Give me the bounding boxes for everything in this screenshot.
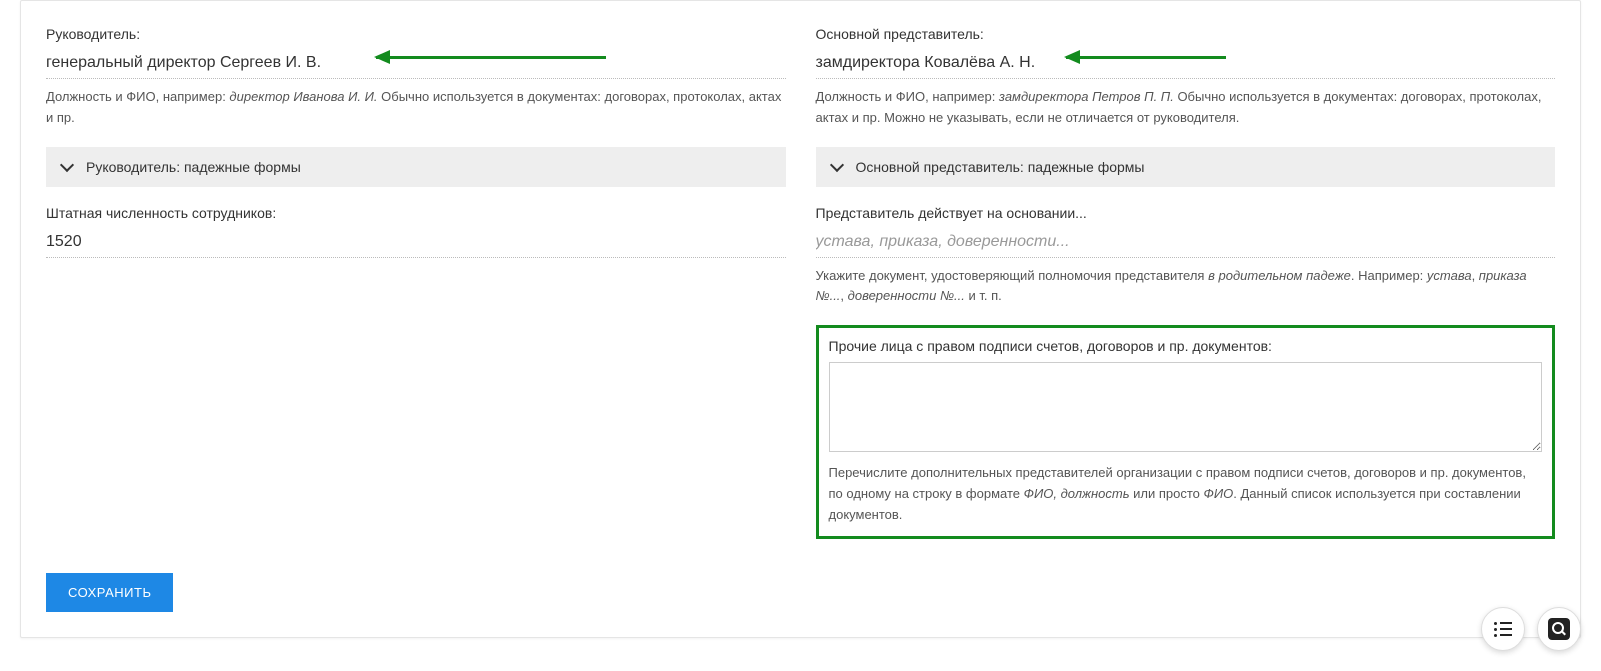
list-fab-button[interactable]	[1481, 607, 1525, 651]
manager-input[interactable]	[46, 50, 786, 79]
form-card: Руководитель: Должность и ФИО, например:…	[20, 0, 1581, 638]
right-column: Основной представитель: Должность и ФИО,…	[816, 26, 1556, 539]
fab-container	[1481, 607, 1581, 651]
rep-input[interactable]	[816, 50, 1556, 79]
basis-input[interactable]	[816, 229, 1556, 258]
rep-cases-collapsible[interactable]: Основной представитель: падежные формы	[816, 147, 1556, 187]
manager-field-group: Руководитель: Должность и ФИО, например:…	[46, 26, 786, 129]
search-icon	[1548, 618, 1570, 640]
left-column: Руководитель: Должность и ФИО, например:…	[46, 26, 786, 539]
chevron-down-icon	[829, 158, 843, 172]
basis-hint: Укажите документ, удостоверяющий полномо…	[816, 266, 1556, 308]
others-textarea[interactable]	[829, 362, 1543, 452]
manager-label: Руководитель:	[46, 26, 786, 42]
staff-field-group: Штатная численность сотрудников:	[46, 205, 786, 258]
basis-field-group: Представитель действует на основании... …	[816, 205, 1556, 308]
basis-label: Представитель действует на основании...	[816, 205, 1556, 221]
others-label: Прочие лица с правом подписи счетов, дог…	[829, 338, 1543, 354]
manager-cases-label: Руководитель: падежные формы	[86, 159, 301, 175]
others-field-group: Прочие лица с правом подписи счетов, дог…	[829, 338, 1543, 525]
rep-cases-label: Основной представитель: падежные формы	[856, 159, 1145, 175]
staff-label: Штатная численность сотрудников:	[46, 205, 786, 221]
rep-label: Основной представитель:	[816, 26, 1556, 42]
rep-hint: Должность и ФИО, например: замдиректора …	[816, 87, 1556, 129]
rep-field-group: Основной представитель: Должность и ФИО,…	[816, 26, 1556, 129]
others-hint: Перечислите дополнительных представителе…	[829, 463, 1543, 525]
chevron-down-icon	[60, 158, 74, 172]
manager-hint: Должность и ФИО, например: директор Иван…	[46, 87, 786, 129]
search-fab-button[interactable]	[1537, 607, 1581, 651]
other-signers-highlight: Прочие лица с правом подписи счетов, дог…	[816, 325, 1556, 538]
staff-input[interactable]	[46, 229, 786, 258]
save-button[interactable]: СОХРАНИТЬ	[46, 573, 173, 612]
manager-cases-collapsible[interactable]: Руководитель: падежные формы	[46, 147, 786, 187]
list-icon	[1494, 622, 1512, 637]
